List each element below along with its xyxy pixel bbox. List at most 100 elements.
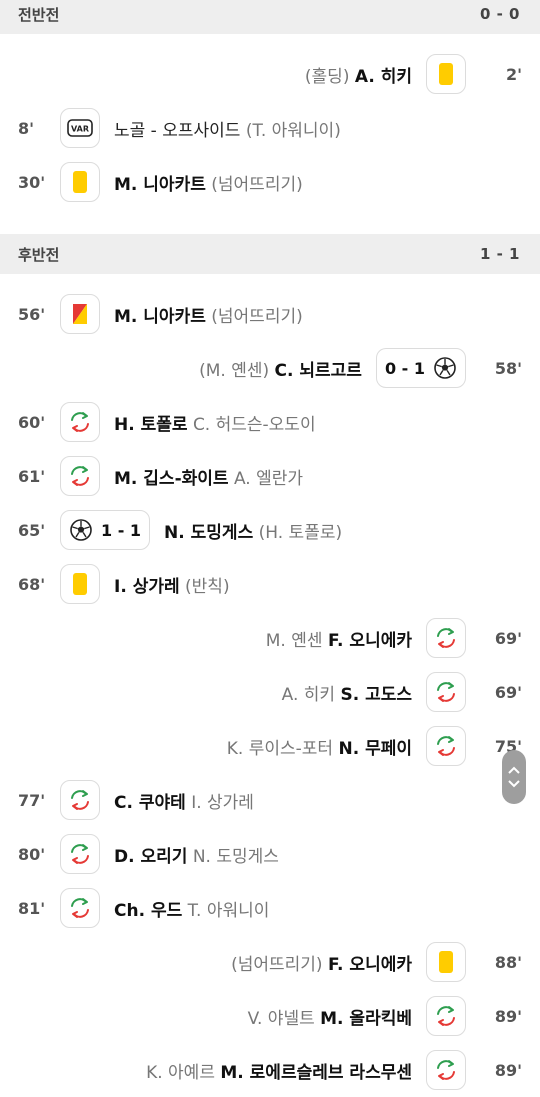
substitution-icon xyxy=(60,402,100,442)
event-row[interactable]: 56' M. 니아카트 (넘어뜨리기) xyxy=(0,287,540,341)
event-row[interactable]: (넘어뜨리기) F. 오니에카 88' xyxy=(0,935,540,989)
player-out[interactable]: V. 야넬트 xyxy=(248,1009,315,1029)
var-decision: 노골 - 오프사이드 xyxy=(114,120,241,141)
yellow-card-icon xyxy=(60,564,100,604)
second-half-header: 후반전 1 - 1 xyxy=(0,234,540,274)
event-row[interactable]: K. 루이스-포터 N. 무페이 75' xyxy=(0,719,540,773)
second-half-label: 후반전 xyxy=(18,245,60,264)
football-icon xyxy=(69,518,93,542)
player-name[interactable]: F. 오니에카 xyxy=(328,955,412,975)
goal-assist: (M. 옌센) xyxy=(199,360,270,381)
event-row[interactable]: M. 옌센 F. 오니에카 69' xyxy=(0,611,540,665)
event-row[interactable]: (홀딩) A. 히키 2' xyxy=(0,47,540,101)
player-out[interactable]: T. 아워니이 xyxy=(188,901,270,921)
player-name[interactable]: A. 히키 xyxy=(355,67,412,87)
event-minute: 69' xyxy=(494,628,522,648)
substitution-icon xyxy=(60,780,100,820)
goal-score: 0 - 1 xyxy=(384,358,425,378)
card-reason: (홀딩) xyxy=(304,66,350,87)
event-minute: 61' xyxy=(18,466,46,486)
player-in[interactable]: N. 무페이 xyxy=(338,739,412,759)
event-row[interactable]: 30' M. 니아카트 (넘어뜨리기) xyxy=(0,155,540,209)
event-row[interactable]: 8' VAR 노골 - 오프사이드 (T. 아워니이) xyxy=(0,101,540,155)
substitution-icon xyxy=(60,456,100,496)
substitution-icon xyxy=(426,618,466,658)
player-out[interactable]: I. 상가레 xyxy=(191,793,254,813)
player-in[interactable]: M. 올라킥베 xyxy=(320,1009,412,1029)
event-minute: 8' xyxy=(18,118,35,138)
substitution-icon xyxy=(60,834,100,874)
event-minute: 60' xyxy=(18,412,46,432)
second-half-score: 1 - 1 xyxy=(479,245,520,263)
player-in[interactable]: F. 오니에카 xyxy=(328,631,412,651)
player-in[interactable]: M. 깁스-화이트 xyxy=(114,469,229,489)
scroll-control[interactable] xyxy=(502,750,526,804)
player-out[interactable]: N. 도밍게스 xyxy=(193,847,279,867)
player-out[interactable]: C. 허드슨-오도이 xyxy=(193,415,316,435)
second-yellow-red-card-icon xyxy=(60,294,100,334)
card-reason: (넘어뜨리기) xyxy=(211,174,303,195)
chevron-down-icon[interactable] xyxy=(508,780,520,788)
event-row[interactable]: 60' H. 토폴로 C. 허드슨-오도이 xyxy=(0,395,540,449)
football-icon xyxy=(433,356,457,380)
chevron-up-icon[interactable] xyxy=(508,766,520,774)
svg-text:VAR: VAR xyxy=(71,125,89,134)
event-minute: 89' xyxy=(494,1060,522,1080)
player-out[interactable]: K. 아예르 xyxy=(146,1063,215,1083)
event-row[interactable]: 65' 1 - 1 N. 도밍게스 (H. 토폴로) xyxy=(0,503,540,557)
substitution-icon xyxy=(426,726,466,766)
event-minute: 80' xyxy=(18,844,46,864)
event-row[interactable]: 68' I. 상가레 (반칙) xyxy=(0,557,540,611)
event-row[interactable]: 80' D. 오리기 N. 도밍게스 xyxy=(0,827,540,881)
card-reason: (넘어뜨리기) xyxy=(211,306,303,327)
event-row[interactable]: A. 히키 S. 고도스 69' xyxy=(0,665,540,719)
player-in[interactable]: C. 쿠야테 xyxy=(114,793,186,813)
event-minute: 88' xyxy=(494,952,522,972)
player-in[interactable]: D. 오리기 xyxy=(114,847,187,867)
event-minute: 81' xyxy=(18,898,46,918)
yellow-card-icon xyxy=(426,54,466,94)
event-row[interactable]: (M. 옌센) C. 뇌르고르 0 - 1 58' xyxy=(0,341,540,395)
player-name[interactable]: N. 도밍게스 xyxy=(164,523,253,543)
goal-score-box: 0 - 1 xyxy=(375,348,466,388)
player-name[interactable]: M. 니아카트 xyxy=(114,175,206,195)
event-minute: 77' xyxy=(18,790,46,810)
first-half-score: 0 - 0 xyxy=(479,5,520,23)
goal-score-box: 1 - 1 xyxy=(60,510,151,550)
event-row[interactable]: V. 야넬트 M. 올라킥베 89' xyxy=(0,989,540,1043)
event-row[interactable]: K. 아예르 M. 로에르슬레브 라스무센 89' xyxy=(0,1043,540,1097)
player-in[interactable]: S. 고도스 xyxy=(340,685,412,705)
event-row[interactable]: 77' C. 쿠야테 I. 상가레 xyxy=(0,773,540,827)
goal-assist: (H. 토폴로) xyxy=(258,522,343,543)
player-out[interactable]: A. 히키 xyxy=(282,685,335,705)
first-half-header: 전반전 0 - 0 xyxy=(0,0,540,34)
yellow-card-icon xyxy=(60,162,100,202)
substitution-icon xyxy=(426,996,466,1036)
yellow-card-icon xyxy=(426,942,466,982)
var-player: (T. 아워니이) xyxy=(245,120,341,141)
player-in[interactable]: Ch. 우드 xyxy=(114,901,182,921)
event-minute: 30' xyxy=(18,172,46,192)
player-in[interactable]: H. 토폴로 xyxy=(114,415,188,435)
player-out[interactable]: A. 엘란가 xyxy=(234,469,303,489)
event-row[interactable]: 61' M. 깁스-화이트 A. 엘란가 xyxy=(0,449,540,503)
substitution-icon xyxy=(426,1050,466,1090)
player-name[interactable]: I. 상가레 xyxy=(114,577,180,597)
first-half-label: 전반전 xyxy=(18,5,60,24)
goal-score: 1 - 1 xyxy=(101,520,142,540)
event-minute: 68' xyxy=(18,574,46,594)
player-name[interactable]: C. 뇌르고르 xyxy=(275,361,362,381)
event-minute: 58' xyxy=(494,358,522,378)
player-out[interactable]: M. 옌센 xyxy=(266,631,323,651)
event-minute: 69' xyxy=(494,682,522,702)
substitution-icon xyxy=(426,672,466,712)
var-icon: VAR xyxy=(60,108,100,148)
event-row[interactable]: 81' Ch. 우드 T. 아워니이 xyxy=(0,881,540,935)
event-minute: 56' xyxy=(18,304,46,324)
player-in[interactable]: M. 로에르슬레브 라스무센 xyxy=(220,1063,412,1083)
card-reason: (반칙) xyxy=(185,576,230,597)
event-minute: 89' xyxy=(494,1006,522,1026)
player-out[interactable]: K. 루이스-포터 xyxy=(227,739,333,759)
card-reason: (넘어뜨리기) xyxy=(231,954,323,975)
player-name[interactable]: M. 니아카트 xyxy=(114,307,206,327)
